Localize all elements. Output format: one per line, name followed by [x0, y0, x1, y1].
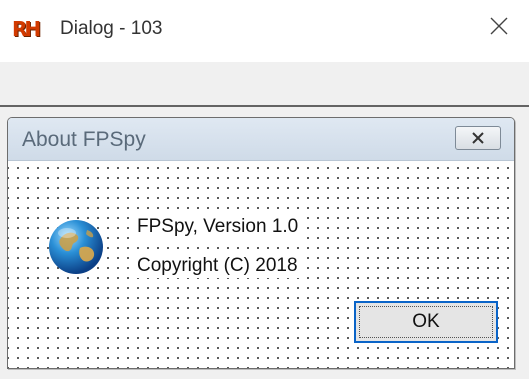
copyright-text: Copyright (C) 2018: [135, 254, 300, 278]
resource-hacker-logo-icon: RH: [12, 17, 41, 41]
dialog-title: About FPSpy: [22, 128, 146, 151]
dialog-client-grid: FPSpy, Version 1.0 Copyright (C) 2018 OK: [8, 161, 514, 368]
dialog-titlebar[interactable]: About FPSpy: [8, 118, 514, 161]
ok-button[interactable]: OK: [354, 301, 498, 343]
close-icon: [472, 132, 484, 144]
divider: [0, 105, 529, 107]
product-version-text: FPSpy, Version 1.0: [135, 215, 301, 239]
globe-icon: [49, 220, 103, 274]
window-title: Dialog - 103: [60, 18, 163, 39]
window-close-button[interactable]: [469, 0, 529, 52]
dialog-close-button[interactable]: [455, 126, 501, 150]
window-titlebar[interactable]: RH Dialog - 103: [0, 0, 529, 62]
close-icon: [490, 17, 508, 35]
focus-rectangle: [359, 306, 493, 338]
about-dialog-preview[interactable]: About FPSpy FPSpy, Version 1.0 Copyright…: [7, 117, 515, 369]
